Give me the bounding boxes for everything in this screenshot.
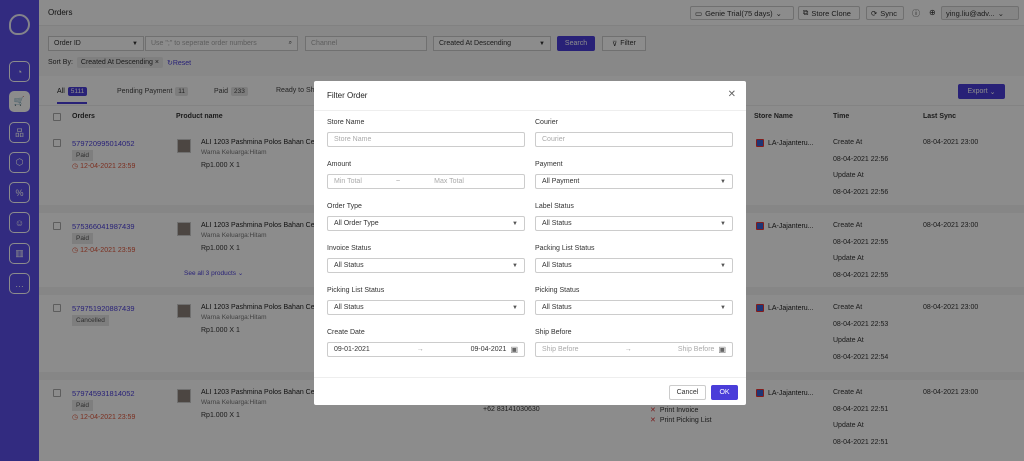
caret-down-icon: ▼ [720,304,726,311]
cancel-label: Cancel [676,389,699,396]
order-type-label: Order Type [327,203,362,210]
order-type-select[interactable]: All Order Type ▼ [327,216,525,231]
close-icon[interactable]: ✕ [728,89,736,100]
max-total-placeholder[interactable]: Max Total [434,178,464,185]
caret-down-icon: ▼ [720,178,726,185]
picking-status-value: All Status [542,304,572,311]
picking-status-select[interactable]: All Status ▼ [535,300,733,315]
create-date-range[interactable]: 09-01-2021 → 09-04-2021 ▣ [327,342,525,357]
create-date-label: Create Date [327,329,365,336]
modal-divider [314,377,746,378]
packing-list-status-value: All Status [542,262,572,269]
modal-title: Filter Order [327,91,368,100]
modal-divider [314,110,746,111]
calendar-icon[interactable]: ▣ [718,345,726,354]
payment-select[interactable]: All Payment ▼ [535,174,733,189]
ok-button[interactable]: OK [711,385,738,400]
create-date-to[interactable]: 09-04-2021 [471,346,507,353]
amount-range-input[interactable]: Min Total ~ Max Total [327,174,525,189]
ship-before-from[interactable]: Ship Before [542,346,579,353]
filter-order-modal: Filter Order ✕ Store Name Store Name Cou… [314,81,746,405]
caret-down-icon: ▼ [512,220,518,227]
ship-before-label: Ship Before [535,329,572,336]
invoice-status-value: All Status [334,262,364,269]
range-separator: ~ [395,178,401,185]
calendar-icon[interactable]: ▣ [510,345,518,354]
min-total-placeholder[interactable]: Min Total [334,178,362,185]
store-name-label: Store Name [327,119,365,126]
cancel-button[interactable]: Cancel [669,385,706,400]
caret-down-icon: ▼ [512,304,518,311]
courier-input[interactable]: Courier [535,132,733,147]
ship-before-range[interactable]: Ship Before → Ship Before ▣ [535,342,733,357]
invoice-status-select[interactable]: All Status ▼ [327,258,525,273]
picking-list-status-select[interactable]: All Status ▼ [327,300,525,315]
create-date-from[interactable]: 09-01-2021 [334,346,370,353]
courier-placeholder: Courier [542,136,565,143]
label-status-label: Label Status [535,203,574,210]
courier-label: Courier [535,119,558,126]
ok-label: OK [719,389,730,396]
payment-label: Payment [535,161,563,168]
invoice-status-label: Invoice Status [327,245,371,252]
date-range-arrow: → [416,346,424,353]
caret-down-icon: ▼ [720,262,726,269]
date-range-arrow: → [624,346,632,353]
store-name-input[interactable]: Store Name [327,132,525,147]
packing-list-status-label: Packing List Status [535,245,595,252]
label-status-value: All Status [542,220,572,227]
order-type-value: All Order Type [334,220,379,227]
label-status-select[interactable]: All Status ▼ [535,216,733,231]
store-name-placeholder: Store Name [334,136,372,143]
payment-value: All Payment [542,178,580,185]
amount-label: Amount [327,161,352,168]
caret-down-icon: ▼ [720,220,726,227]
caret-down-icon: ▼ [512,262,518,269]
picking-status-label: Picking Status [535,287,580,294]
ship-before-to[interactable]: Ship Before [678,346,715,353]
picking-list-status-value: All Status [334,304,364,311]
packing-list-status-select[interactable]: All Status ▼ [535,258,733,273]
picking-list-status-label: Picking List Status [327,287,385,294]
